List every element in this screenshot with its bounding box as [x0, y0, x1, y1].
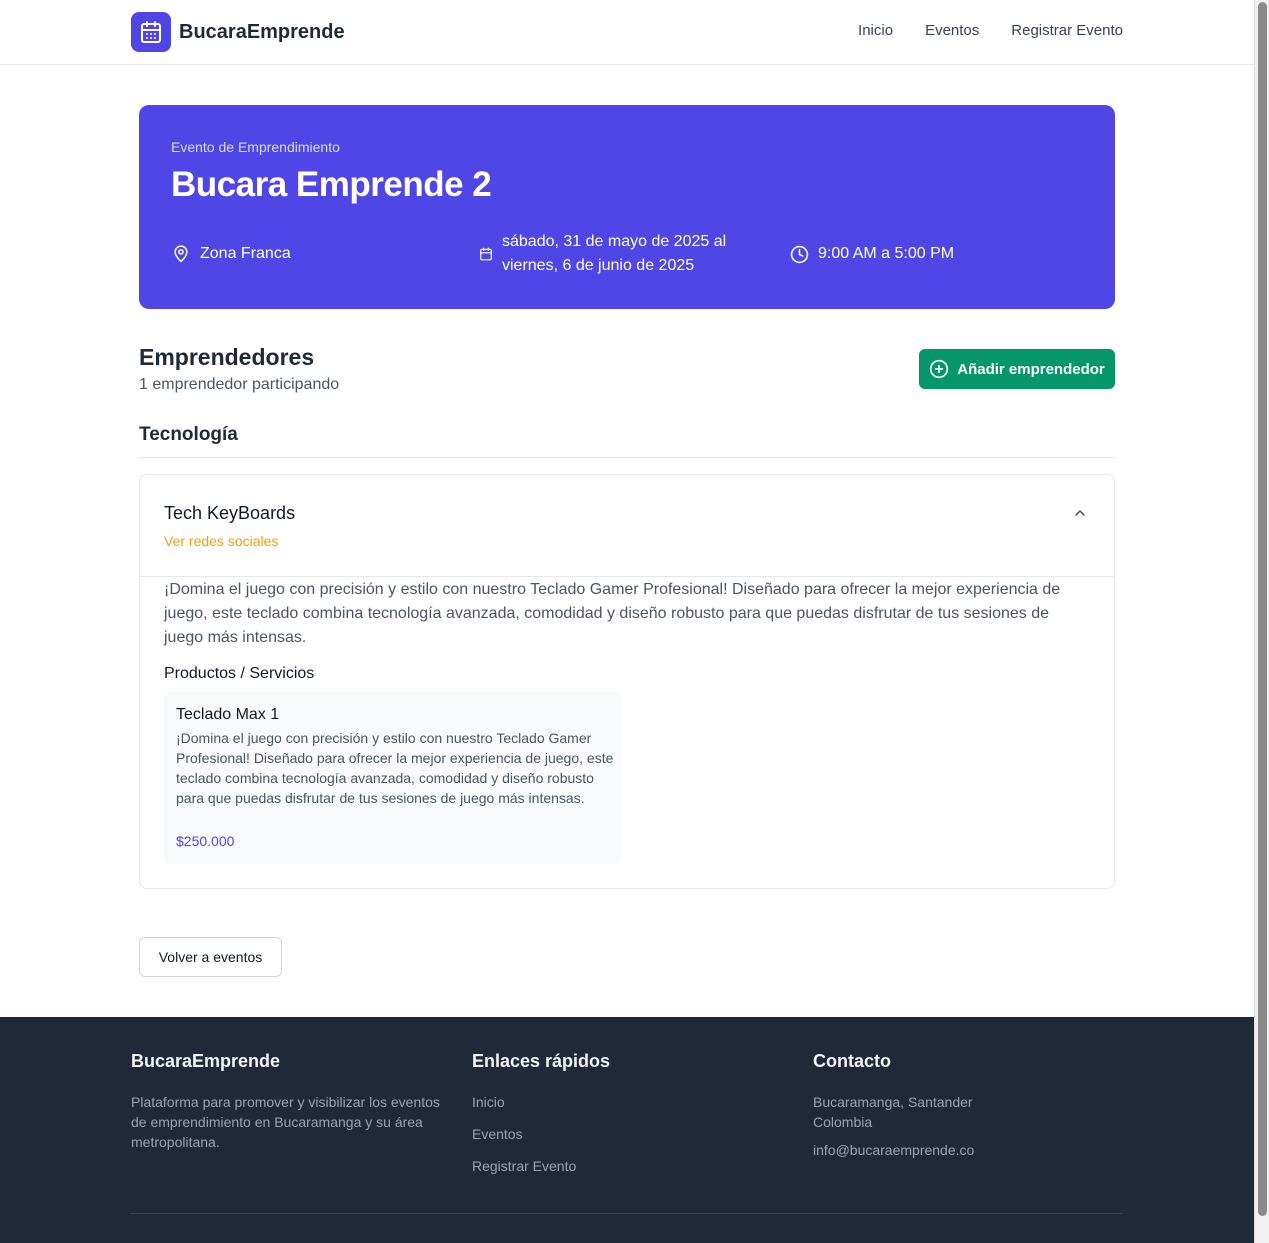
event-title: Bucara Emprende 2 [171, 165, 492, 204]
footer-links-title: Enlaces rápidos [472, 1051, 611, 1071]
product-name: Teclado Max 1 [176, 706, 280, 723]
main-nav: Inicio Eventos Registrar Evento [858, 22, 1123, 39]
footer-about: BucaraEmprende Plataforma para promover … [131, 1051, 441, 1152]
chevron-up-icon[interactable] [1072, 505, 1088, 526]
entrepreneur-card-header[interactable]: Tech KeyBoards Ver redes sociales [140, 475, 1114, 577]
brand-logo[interactable]: BucaraEmprende [131, 12, 345, 52]
footer-contact-city: Bucaramanga, Santander [813, 1094, 973, 1110]
page: BucaraEmprende Inicio Eventos Registrar … [0, 0, 1254, 1243]
section-title: Emprendedores [139, 344, 315, 370]
nav-link-inicio[interactable]: Inicio [858, 22, 893, 39]
footer-link-inicio[interactable]: Inicio [472, 1092, 772, 1112]
add-entrepreneur-button[interactable]: Añadir emprendedor [919, 349, 1115, 389]
footer-quick-links: Enlaces rápidos Inicio Eventos Registrar… [472, 1051, 772, 1188]
entrepreneur-description: ¡Domina el juego con precisión y estilo … [164, 581, 1061, 646]
entrepreneur-card: Tech KeyBoards Ver redes sociales ¡Domin… [139, 474, 1115, 889]
top-navbar: BucaraEmprende Inicio Eventos Registrar … [0, 0, 1254, 65]
event-time: 9:00 AM a 5:00 PM [790, 242, 954, 266]
footer-divider [131, 1213, 1123, 1214]
product-price: $250.000 [176, 833, 235, 849]
add-entrepreneur-label: Añadir emprendedor [957, 360, 1105, 378]
calendar-icon [131, 12, 171, 52]
footer-link-registrar-evento[interactable]: Registrar Evento [472, 1156, 772, 1176]
clock-icon [790, 245, 809, 264]
footer-link-eventos[interactable]: Eventos [472, 1124, 772, 1144]
footer-brand: BucaraEmprende [131, 1051, 281, 1071]
event-time-text: 9:00 AM a 5:00 PM [818, 245, 955, 262]
nav-link-registrar-evento[interactable]: Registrar Evento [1011, 22, 1123, 39]
event-dates: sábado, 31 de mayo de 2025 al viernes, 6… [479, 230, 726, 278]
brand-name: BucaraEmprende [179, 20, 345, 43]
participants-count: 1 emprendedor participando [139, 376, 340, 393]
event-hero: Evento de Emprendimiento Bucara Emprende… [139, 105, 1115, 309]
plus-circle-icon [929, 359, 949, 379]
map-pin-icon [171, 244, 191, 264]
product-card: Teclado Max 1 ¡Domina el juego con preci… [164, 692, 622, 864]
event-type: Evento de Emprendimiento [171, 139, 340, 155]
footer-contact: Contacto Bucaramanga, Santander Colombia… [813, 1051, 1123, 1160]
nav-link-eventos[interactable]: Eventos [925, 22, 979, 39]
calendar-icon [479, 247, 493, 261]
category-title: Tecnología [139, 424, 238, 445]
footer-contact-email[interactable]: info@bucaraemprende.co [813, 1142, 974, 1158]
scrollbar-thumb[interactable] [1258, 2, 1267, 1216]
category-divider [139, 457, 1115, 458]
social-links-link[interactable]: Ver redes sociales [164, 533, 278, 549]
footer-contact-country: Colombia [813, 1114, 873, 1130]
footer-contact-title: Contacto [813, 1051, 891, 1071]
entrepreneur-name: Tech KeyBoards [164, 503, 296, 523]
footer-about-text: Plataforma para promover y visibilizar l… [131, 1094, 440, 1150]
products-heading: Productos / Servicios [164, 665, 315, 682]
vertical-scrollbar[interactable] [1254, 0, 1269, 1243]
event-location: Zona Franca [171, 242, 291, 266]
back-to-events-button[interactable]: Volver a eventos [139, 937, 282, 977]
event-location-text: Zona Franca [200, 245, 291, 262]
event-date-line-2: viernes, 6 de junio de 2025 [502, 257, 695, 274]
site-footer: BucaraEmprende Plataforma para promover … [0, 1017, 1254, 1243]
event-date-line-1: sábado, 31 de mayo de 2025 al [502, 233, 727, 250]
product-description: ¡Domina el juego con precisión y estilo … [176, 730, 614, 806]
